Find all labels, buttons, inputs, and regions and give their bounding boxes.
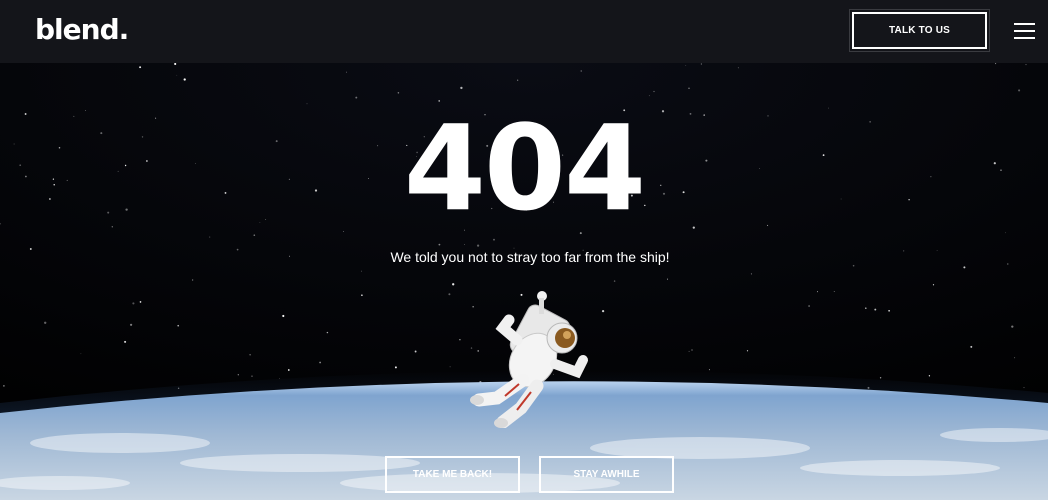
site-header: blend. TALK TO US bbox=[0, 0, 1048, 63]
error-code: 404 bbox=[403, 99, 646, 237]
error-message: We told you not to stray too far from th… bbox=[390, 249, 670, 265]
hamburger-icon[interactable] bbox=[1014, 23, 1035, 40]
talk-to-us-button[interactable]: TALK TO US bbox=[849, 9, 990, 52]
take-me-back-button[interactable]: TAKE ME BACK! bbox=[385, 456, 520, 493]
stay-awhile-button[interactable]: STAY AWHILE bbox=[539, 456, 674, 493]
brand-logo[interactable]: blend. bbox=[35, 10, 129, 50]
hero-section: 404 We told you not to stray too far fro… bbox=[0, 63, 1048, 500]
astronaut-illustration bbox=[470, 291, 588, 428]
page: blend. TALK TO US 404 We told you not to… bbox=[0, 0, 1048, 500]
